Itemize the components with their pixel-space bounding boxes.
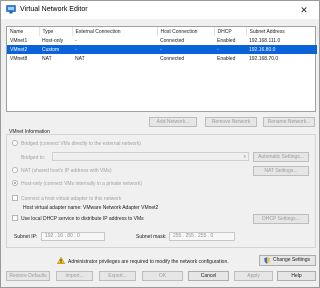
table-row-selected[interactable]: VMnet2 Custom - - - 192.16.80.0 [7,45,317,54]
apply-button[interactable]: Apply [234,271,273,281]
cell-type: NAT [42,55,52,62]
cell-subnet-address: 192.168.70.0 [249,55,279,62]
cell-name: VMnet2 [7,45,39,54]
cell-type: Custom [39,45,72,54]
bridged-radio[interactable] [12,140,18,146]
column-header-name[interactable]: Name [7,27,40,36]
column-header-external-connection[interactable]: External Connection [72,27,158,36]
column-header-dhcp[interactable]: DHCP [214,27,247,36]
add-network-button[interactable]: Add Network... [149,117,197,127]
bridged-label: Bridged (connect VMs directly to the ext… [21,141,142,147]
cell-type: Host-only [42,37,64,44]
column-header-subnet-address[interactable]: Subnet Address [246,27,318,36]
cell-host-connection: Connected [160,55,185,62]
dhcp-label: Use local DHCP service to distribute IP … [21,216,144,222]
table-row[interactable]: VMnet8 NAT NAT Connected Enabled 192.168… [7,54,317,63]
dhcp-checkbox[interactable] [12,215,18,221]
column-header-host-connection[interactable]: Host Connection [157,27,215,36]
title-bar: Virtual Network Editor ✕ [1,1,319,19]
change-settings-label: Change Settings [273,257,310,263]
subnet-mask-field[interactable]: 255 . 255 . 255 . 0 [169,232,235,241]
adapter-name-label: Host virtual adapter name: VMware Networ… [23,205,159,211]
cell-dhcp: Enabled [217,37,236,44]
host-only-radio[interactable] [12,180,18,186]
column-header-type[interactable]: Type [39,27,73,36]
network-adapter-icon [6,5,16,14]
subnet-ip-label: Subnet IP: [14,234,38,240]
subnet-mask-label: Subnet mask: [136,234,167,240]
network-table: Name Type External Connection Host Conne… [7,27,318,63]
subnet-ip-field[interactable]: 192 . 16 . 80 . 0 [41,232,105,241]
ok-button[interactable]: OK [142,271,183,281]
nat-radio[interactable] [12,167,18,173]
warning-icon [57,257,65,264]
import-button[interactable]: Import... [56,271,93,281]
nat-label: NAT (shared host's IP address with VMs) [21,168,112,174]
cell-dhcp: Enabled [217,55,236,62]
cell-external-connection: - [72,45,157,54]
close-icon: ✕ [300,5,308,15]
restore-defaults-button[interactable]: Restore Defaults [6,271,50,281]
remove-network-button[interactable]: Remove Network [205,117,257,127]
help-button[interactable]: Help [277,271,316,281]
host-only-label: Host-only (connect VMs internally in a p… [21,181,142,187]
cell-dhcp: - [214,45,246,54]
bridged-to-label: Bridged to: [21,155,46,161]
bridged-to-select[interactable]: ▾ [52,152,249,161]
cell-external-connection: NAT [75,55,85,62]
cell-host-connection: Connected [160,37,185,44]
change-settings-button[interactable]: Change Settings [259,255,316,266]
chevron-down-icon: ▾ [243,154,246,160]
window-title: Virtual Network Editor [20,6,88,13]
virtual-network-editor-window: Virtual Network Editor ✕ Name Type Exter… [0,0,320,288]
connect-adapter-label: Connect a host virtual adapter to this n… [21,196,122,202]
cell-subnet-address: 192.16.80.0 [246,45,317,54]
table-row[interactable]: VMnet1 Host-only - Connected Enabled 192… [7,36,317,45]
table-header-row: Name Type External Connection Host Conne… [7,27,318,36]
automatic-settings-button[interactable]: Automatic Settings... [253,152,309,162]
rename-network-button[interactable]: Rename Network... [263,117,315,127]
connect-adapter-checkbox[interactable] [12,195,18,201]
cell-name: VMnet8 [10,55,28,62]
nat-settings-button[interactable]: NAT Settings... [253,166,309,176]
cell-external-connection: - [75,37,77,44]
cancel-button[interactable]: Cancel [188,271,229,281]
network-list[interactable]: Name Type External Connection Host Conne… [6,26,318,112]
close-button[interactable]: ✕ [291,2,317,18]
export-button[interactable]: Export... [99,271,136,281]
uac-shield-icon [264,257,270,264]
cell-subnet-address: 192.168.111.0 [249,37,281,44]
cell-host-connection: - [157,45,214,54]
dhcp-settings-button[interactable]: DHCP Settings... [253,214,309,224]
cell-name: VMnet1 [10,37,28,44]
admin-privileges-message: Administrator privileges are required to… [68,259,229,265]
